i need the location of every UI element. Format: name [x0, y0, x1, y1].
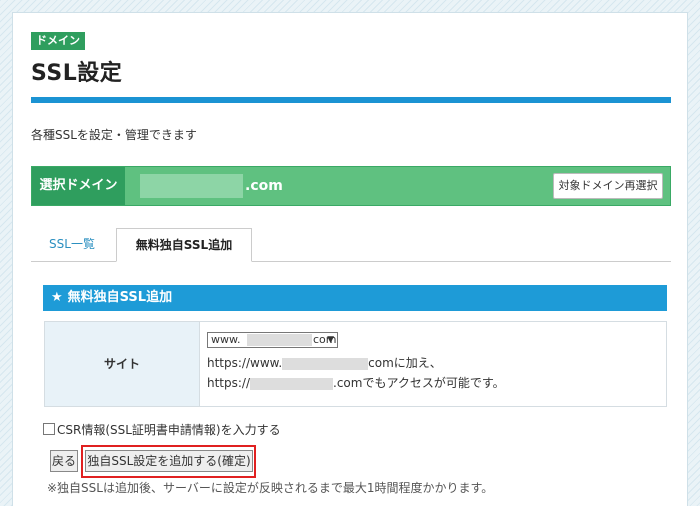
- csr-option[interactable]: CSR情報(SSL証明書申請情報)を入力する: [43, 421, 281, 438]
- site-select[interactable]: www. com ▼: [207, 332, 338, 348]
- site-table: サイト www. com ▼ https://www. comに加え、 https…: [44, 321, 667, 407]
- section-title: 無料独自SSL追加: [67, 290, 173, 305]
- selected-domain-label: 選択ドメイン: [32, 167, 125, 205]
- access-line-www: https://www. comに加え、: [207, 354, 442, 371]
- info-note: ※独自SSLは追加後、サーバーに設定が反映されるまで最大1時間程度かかります。: [47, 481, 494, 495]
- page-title: SSL設定: [31, 61, 123, 86]
- csr-checkbox[interactable]: [43, 423, 55, 435]
- chevron-down-icon: ▼: [327, 335, 334, 345]
- select-prefix: www.: [211, 333, 241, 346]
- access-line-bare-prefix: https://: [207, 376, 251, 390]
- title-divider: [31, 97, 671, 103]
- selected-domain-bar: 選択ドメイン .com 対象ドメイン再選択: [31, 166, 671, 206]
- page-description: 各種SSLを設定・管理できます: [31, 128, 197, 142]
- back-button[interactable]: 戻る: [50, 450, 78, 472]
- access-line-www-suffix: comに加え、: [368, 356, 442, 370]
- star-icon: ★: [51, 290, 63, 305]
- tab-ssl-list[interactable]: SSL一覧: [33, 228, 111, 261]
- domain-tld: .com: [245, 178, 283, 194]
- reselect-domain-button[interactable]: 対象ドメイン再選択: [553, 173, 663, 199]
- tab-add-free-ssl[interactable]: 無料独自SSL追加: [116, 228, 252, 262]
- csr-checkbox-label: CSR情報(SSL証明書申請情報)を入力する: [57, 423, 281, 437]
- section-header: ★ 無料独自SSL追加: [43, 285, 667, 311]
- masked-domain: [282, 357, 369, 370]
- domain-badge: ドメイン: [31, 32, 85, 50]
- main-panel: ドメイン SSL設定 各種SSLを設定・管理できます 選択ドメイン .com 対…: [12, 12, 688, 506]
- access-line-www-prefix: https://www.: [207, 356, 283, 370]
- tab-bar: SSL一覧 無料独自SSL追加: [31, 228, 671, 262]
- site-header-cell: サイト: [45, 322, 200, 406]
- select-masked-domain: [247, 334, 312, 346]
- domain-name-masked: [140, 174, 243, 198]
- add-ssl-confirm-button[interactable]: 独自SSL設定を追加する(確定): [85, 450, 253, 472]
- masked-domain: [250, 377, 334, 390]
- access-line-bare: https:// .comでもアクセスが可能です。: [207, 374, 505, 391]
- access-line-bare-suffix: .comでもアクセスが可能です。: [333, 376, 505, 390]
